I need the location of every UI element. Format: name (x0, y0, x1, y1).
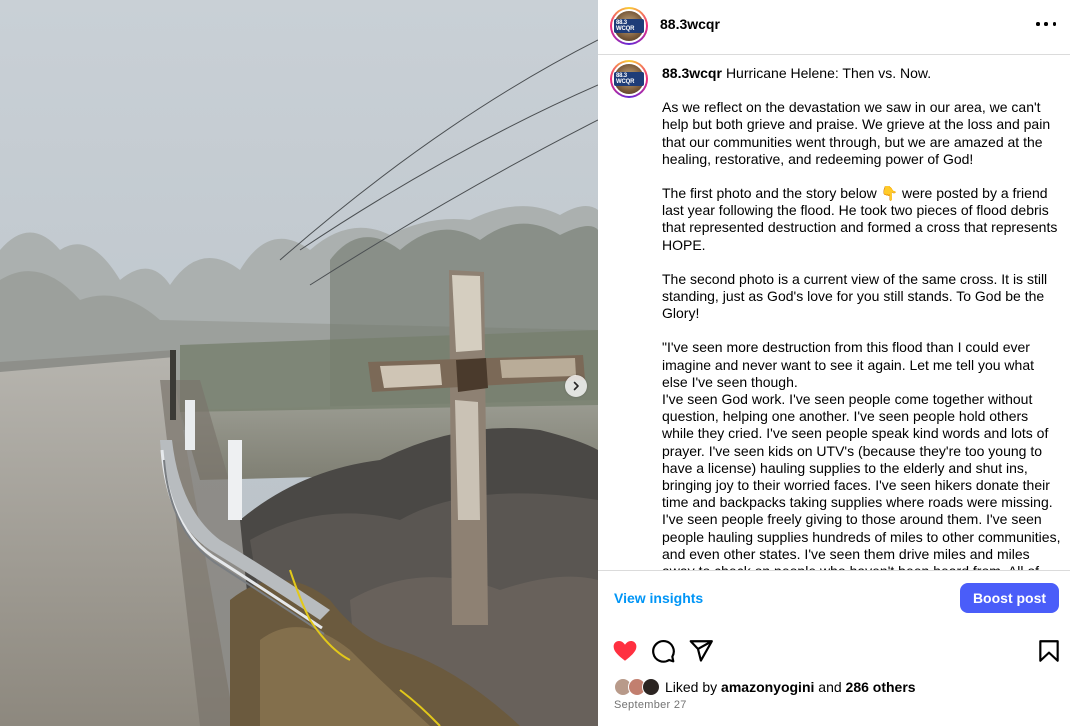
caption-paragraph: "I've seen more destruction from this fl… (662, 339, 1061, 570)
liked-by-user-link[interactable]: amazonyogini (721, 679, 814, 695)
view-insights-link[interactable]: View insights (614, 590, 703, 606)
caption-paragraph: The first photo and the story below 👇 we… (662, 185, 1058, 253)
caption-title: Hurricane Helene: Then vs. Now. (725, 65, 932, 81)
liked-by-and: and (818, 679, 842, 695)
likes-count-link[interactable]: 286 others (846, 679, 916, 695)
divider (598, 570, 1070, 571)
liked-by-prefix: Liked by (665, 679, 718, 695)
more-horizontal-icon (1036, 22, 1040, 26)
like-button[interactable] (612, 638, 638, 664)
post-photo (0, 0, 598, 726)
post-date[interactable]: September 27 (614, 699, 687, 711)
avatar[interactable]: 88.3 WCQR (610, 7, 648, 45)
chevron-right-icon (571, 381, 581, 391)
share-button[interactable] (688, 638, 714, 664)
post-details-panel: 88.3 WCQR 88.3wcqr 88.3 WCQR 88.3wcqr Hur… (598, 0, 1070, 726)
flood-cross-image (0, 0, 598, 726)
comment-button[interactable] (650, 638, 676, 664)
avatar-logo-text: 88.3 WCQR (614, 19, 644, 33)
more-options-button[interactable] (1036, 17, 1056, 31)
send-icon (688, 638, 714, 664)
comment-icon (650, 638, 676, 664)
save-button[interactable] (1036, 638, 1062, 664)
avatar (642, 678, 660, 696)
heart-filled-icon (612, 638, 638, 664)
bookmark-icon (1036, 638, 1062, 664)
username-link[interactable]: 88.3wcqr (660, 16, 720, 32)
caption-scroll-area[interactable]: 88.3 WCQR 88.3wcqr Hurricane Helene: Then… (598, 56, 1070, 570)
likes-summary: Liked by amazonyogini and 286 others (614, 677, 916, 697)
liker-avatars[interactable] (614, 677, 662, 697)
avatar-logo-text: 88.3 WCQR (614, 72, 644, 86)
caption-avatar[interactable]: 88.3 WCQR (610, 60, 648, 98)
caption-paragraph: As we reflect on the devastation we saw … (662, 99, 1051, 167)
post-caption: 88.3wcqr Hurricane Helene: Then vs. Now. … (662, 65, 1062, 570)
action-bar (598, 636, 1070, 666)
boost-post-button[interactable]: Boost post (960, 583, 1059, 613)
caption-username[interactable]: 88.3wcqr (662, 65, 722, 81)
post-header: 88.3 WCQR 88.3wcqr (598, 0, 1070, 55)
caption-paragraph: The second photo is a current view of th… (662, 270, 1048, 322)
next-photo-button[interactable] (565, 375, 587, 397)
